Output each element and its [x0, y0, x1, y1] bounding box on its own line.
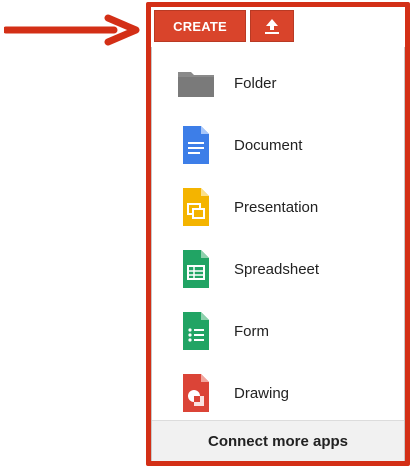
menu-item-folder[interactable]: Folder [152, 52, 404, 114]
connect-more-apps-button[interactable]: Connect more apps [152, 420, 404, 461]
menu-item-label: Drawing [234, 384, 290, 402]
menu-item-spreadsheet[interactable]: Spreadsheet [152, 238, 404, 300]
menu-item-label: Spreadsheet [234, 260, 320, 278]
menu-item-presentation[interactable]: Presentation [152, 176, 404, 238]
create-button[interactable]: CREATE [154, 10, 246, 42]
presentation-icon [176, 187, 216, 227]
document-icon [176, 125, 216, 165]
connect-more-apps-label: Connect more apps [207, 432, 349, 450]
menu-item-form[interactable]: Form [152, 300, 404, 362]
menu-item-drawing[interactable]: Drawing [152, 362, 404, 424]
upload-icon [265, 19, 279, 34]
spreadsheet-icon [176, 249, 216, 289]
drawing-icon [176, 373, 216, 413]
folder-icon [176, 63, 216, 103]
pointer-arrow-icon [4, 14, 140, 46]
menu-item-label: Document [234, 136, 303, 154]
upload-button[interactable] [250, 10, 294, 42]
create-menu-highlight: CREATE Folder Document Presentation Spre… [146, 2, 410, 466]
create-menu: Folder Document Presentation Spreadsheet… [151, 47, 405, 461]
menu-item-label: Folder [234, 74, 277, 92]
menu-item-label: Form [234, 322, 269, 340]
menu-item-label: Presentation [234, 198, 319, 216]
menu-item-document[interactable]: Document [152, 114, 404, 176]
form-icon [176, 311, 216, 351]
toolbar: CREATE [151, 7, 405, 47]
